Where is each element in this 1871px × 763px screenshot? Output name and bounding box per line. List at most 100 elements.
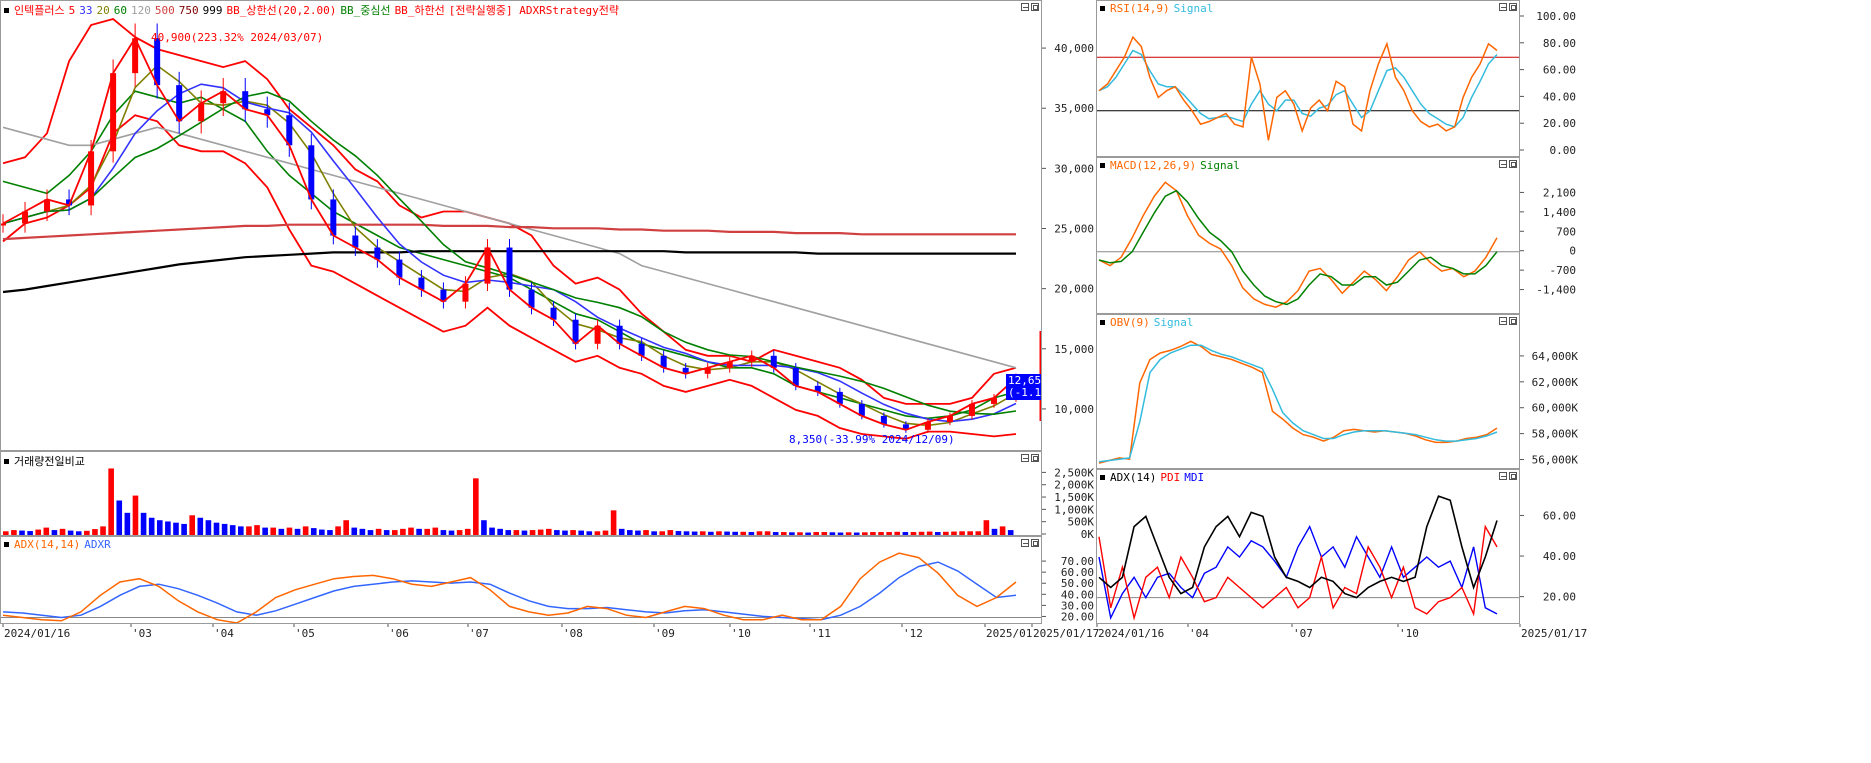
legend-item[interactable]: BB_상한선(20,2.00)	[226, 2, 336, 18]
series-line	[2, 552, 1017, 623]
volume-bar	[302, 526, 309, 535]
adx-bottom-window-buttons	[1021, 539, 1039, 547]
volume-bar	[570, 530, 576, 535]
legend-item[interactable]: 5	[69, 4, 76, 17]
legend-item[interactable]: ADXR	[84, 538, 111, 551]
legend-item[interactable]: [전략실행중] ADXRStrategy전략	[449, 2, 619, 18]
volume-bar	[853, 532, 860, 535]
minimize-icon[interactable]	[1499, 3, 1507, 11]
volume-y-axis: 2,500K2,000K1,500K1,000K500K0K	[1042, 466, 1095, 541]
maximize-icon[interactable]	[1031, 539, 1039, 547]
adx-bottom-pane[interactable]: ADX(14,14) ADXR	[0, 536, 1042, 624]
x-tick-label: '07	[469, 627, 489, 640]
volume-bar	[643, 530, 649, 535]
volume-bar	[108, 468, 114, 535]
y-tick-label: 500K	[1068, 516, 1095, 529]
volume-bar	[116, 500, 123, 535]
obv-pane[interactable]: OBV(9) Signal	[1096, 314, 1520, 469]
volume-bar	[967, 531, 973, 535]
price-chart-svg: 40,900(223.32% 2024/03/07) 8,350(-33.99% …	[1, 18, 1041, 446]
current-change: (-1.17%)	[1008, 386, 1042, 399]
y-tick-label: -700	[1550, 264, 1577, 277]
legend-item[interactable]: 20	[96, 4, 109, 17]
maximize-icon[interactable]	[1509, 317, 1517, 325]
volume-pane[interactable]: 거래량전일비교	[0, 451, 1042, 536]
legend-item[interactable]: Signal	[1174, 2, 1214, 15]
y-tick-label: 40,000	[1054, 42, 1094, 55]
maximize-icon[interactable]	[1509, 160, 1517, 168]
y-tick-label: 56,000K	[1532, 454, 1579, 467]
macd-pane[interactable]: MACD(12,26,9) Signal	[1096, 157, 1520, 314]
legend-item[interactable]: 60	[114, 4, 127, 17]
volume-pane-window-buttons	[1021, 454, 1039, 462]
y-tick-label: 40.00	[1543, 90, 1576, 103]
legend-item[interactable]: 500	[155, 4, 175, 17]
volume-bar	[708, 531, 714, 535]
legend-item[interactable]: MDI	[1184, 471, 1204, 484]
volume-bar	[627, 530, 633, 535]
legend-item[interactable]: OBV(9)	[1110, 316, 1150, 329]
volume-bar	[359, 528, 366, 535]
legend-item[interactable]: BB_중심선	[340, 2, 390, 18]
volume-bar	[554, 530, 560, 535]
volume-legend: 거래량전일비교	[4, 453, 85, 469]
candle-body	[176, 85, 183, 122]
date-axis-left: 2024/01/16 '03 '04 '05 '06 '07 '08 '09 '10 '11 '12…	[2, 624, 1099, 640]
legend-item[interactable]: 인텍플러스	[14, 2, 65, 18]
volume-bar	[286, 527, 293, 535]
minimize-icon[interactable]	[1499, 472, 1507, 480]
volume-bar	[205, 520, 212, 535]
legend-item[interactable]: 999	[203, 4, 223, 17]
volume-bar	[797, 532, 803, 535]
x-tick-label: '03	[132, 627, 152, 640]
maximize-icon[interactable]	[1509, 472, 1517, 480]
candle-body	[1, 223, 6, 226]
minimize-icon[interactable]	[1021, 3, 1029, 11]
minimize-icon[interactable]	[1021, 539, 1029, 547]
volume-bar	[327, 530, 333, 535]
legend-item[interactable]: 33	[79, 4, 92, 17]
price-y-axis: 40,000 35,000 30,000 25,000 20,000 15,000 10,0…	[1042, 42, 1094, 416]
maximize-icon[interactable]	[1509, 3, 1517, 11]
maximize-icon[interactable]	[1031, 454, 1039, 462]
adx-bottom-svg	[1, 552, 1041, 623]
maximize-icon[interactable]	[1031, 3, 1039, 11]
volume-bar	[894, 531, 901, 535]
legend-item[interactable]: PDI	[1160, 471, 1180, 484]
x-tick-label: 2025/01/17	[1521, 627, 1587, 640]
legend-item[interactable]: Signal	[1154, 316, 1194, 329]
legend-item[interactable]: RSI(14,9)	[1110, 2, 1170, 15]
legend-item[interactable]: 120	[131, 4, 151, 17]
minimize-icon[interactable]	[1499, 317, 1507, 325]
volume-bar	[246, 526, 252, 535]
legend-item[interactable]: ADX(14)	[1110, 471, 1156, 484]
volume-bar	[780, 532, 787, 535]
volume-bar	[343, 520, 349, 535]
y-tick-label: 60.00	[1543, 64, 1576, 77]
minimize-icon[interactable]	[1021, 454, 1029, 462]
minimize-icon[interactable]	[1499, 160, 1507, 168]
volume-bar	[432, 527, 439, 535]
volume-bar	[92, 529, 98, 535]
legend-item[interactable]: ADX(14,14)	[14, 538, 80, 551]
rsi-pane[interactable]: RSI(14,9) Signal	[1096, 0, 1520, 157]
y-tick-label: 1,400	[1543, 206, 1576, 219]
legend-item[interactable]: 750	[179, 4, 199, 17]
volume-bar	[934, 532, 941, 535]
legend-item[interactable]: MACD(12,26,9)	[1110, 159, 1196, 172]
legend-item[interactable]: BB_하한선	[395, 2, 445, 18]
series-line	[1098, 35, 1498, 141]
y-tick-label: 10,000	[1054, 403, 1094, 416]
volume-bar	[675, 531, 682, 535]
volume-bar	[975, 531, 982, 535]
volume-bar	[351, 527, 358, 535]
legend-item[interactable]: Signal	[1200, 159, 1240, 172]
x-tick-label: '11	[811, 627, 831, 640]
volume-bar	[886, 532, 892, 535]
macd-legend: MACD(12,26,9) Signal	[1100, 159, 1240, 172]
volume-bar	[545, 528, 552, 535]
y-tick-label: 0	[1569, 245, 1576, 258]
x-tick-label: 2024/01/16	[4, 627, 70, 640]
adx-right-pane[interactable]: ADX(14) PDI MDI	[1096, 469, 1520, 624]
price-chart-pane[interactable]: 인텍플러스 5 33 20 60 120 500 750 999 BB_상한선(20,2.00) B…	[0, 0, 1042, 451]
